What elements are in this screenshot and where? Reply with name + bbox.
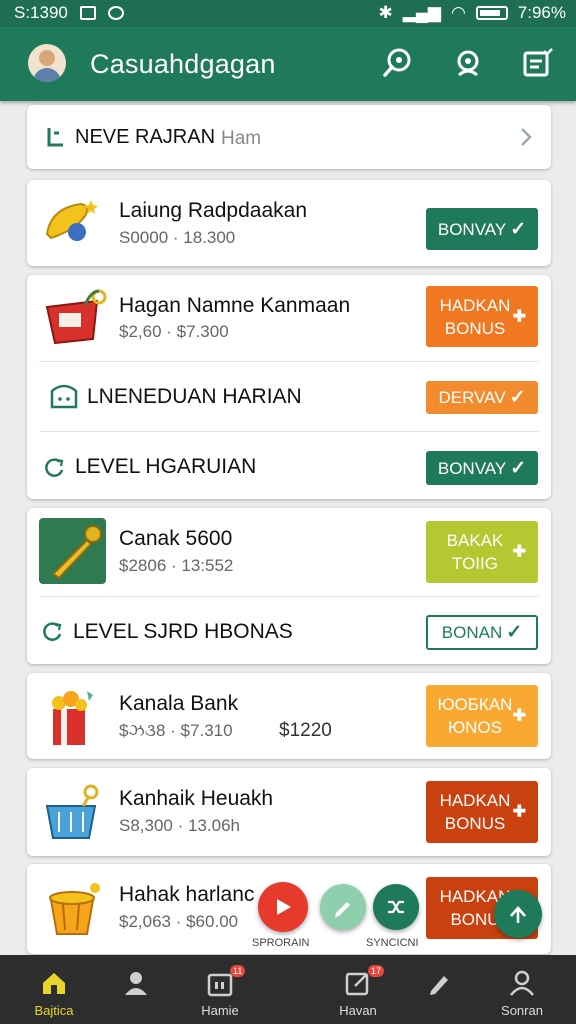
check-icon: ✓ (510, 218, 527, 240)
person-icon (125, 972, 147, 995)
bakak-button[interactable]: BAKAK TOIIG ✚ (426, 521, 538, 583)
up-arrow-icon (510, 906, 526, 923)
item-extra: $1220 (279, 720, 332, 741)
check-icon: ✓ (510, 457, 527, 479)
bonus-card-group: Hagan Namne Kanmaan $2,60 · $7.300 HADKA… (27, 275, 551, 499)
notification-badge: 11 (230, 965, 246, 977)
key-icon (51, 525, 102, 580)
dervav-button[interactable]: DERVAV ✓ (426, 381, 538, 414)
shuffle-icon (388, 900, 404, 914)
pencil-icon (430, 976, 448, 995)
item-title: LEVEL SJRD HBONAS (73, 620, 293, 643)
item-detail: $ઝ૩8 · $7.310 (119, 721, 233, 740)
pencil-icon (335, 902, 350, 917)
coin-bucket-icon (49, 883, 100, 935)
item-title: Laiung Radpdaakan (119, 199, 307, 222)
level-header-card[interactable]: NEVE RAJRAN Ham (27, 105, 551, 169)
level-icon (47, 128, 63, 147)
refresh-icon (45, 458, 64, 477)
pencil-fab[interactable] (320, 884, 366, 930)
app-title: Casuahdgagan (90, 49, 276, 79)
item-detail: $2806 · 13:552 (119, 556, 234, 575)
sync-icon (107, 6, 124, 20)
plus-icon: ✚ (512, 543, 526, 561)
popcorn-bucket-icon (52, 691, 93, 745)
avatar[interactable] (28, 44, 66, 82)
nav-profile-label: Sonran (501, 1003, 543, 1018)
play-icon (277, 899, 291, 915)
signal-icon: ▂▄▆ (402, 3, 441, 22)
check-icon: ✓ (509, 387, 526, 408)
plus-icon: ✚ (512, 707, 526, 725)
app-bar: Casuahdgagan (0, 27, 576, 101)
bonan-button[interactable]: BONAN ✓ (426, 615, 538, 650)
laundry-basket-icon (45, 784, 99, 839)
level-header-title: NEVE RAJRAN (75, 126, 216, 148)
check-icon: ✓ (506, 622, 523, 643)
level-header-suffix: Ham (221, 128, 262, 149)
shuffle-caption: SYNCICNI (362, 936, 423, 950)
checklist-icon[interactable] (522, 47, 554, 79)
banana-icon (45, 200, 98, 241)
notification-icon (79, 6, 96, 20)
item-title: Canak 5600 (119, 527, 233, 550)
refresh-icon (43, 622, 62, 641)
battery-icon (475, 6, 508, 20)
bonus-button[interactable]: BONVAY ✓ (426, 208, 538, 250)
item-title: LEVEL HGARUIAN (75, 455, 257, 478)
item-title: Hagan Namne Kanmaan (119, 294, 351, 317)
bluetooth-icon: ✱ (378, 3, 393, 22)
status-bar: S:1390 ✱ ▂▄▆ ◠ 7:96% (0, 0, 576, 27)
bonvay-button[interactable]: BONVAY ✓ (426, 451, 538, 485)
scroll-top-fab[interactable] (494, 890, 542, 938)
bottom-navigation: Bajtica 11 Hamie 17 Havan Sonran (0, 955, 576, 1024)
chevron-right-icon (521, 128, 532, 146)
shuffle-fab[interactable] (373, 884, 419, 930)
item-title: Kanala Bank (119, 692, 239, 715)
bonus-button[interactable]: ЮОБКАN ЮNOS ✚ (426, 685, 538, 747)
chat-bag-icon (50, 384, 78, 409)
bonus-card-group: Canak 5600 $2806 · 13:552 BAKAK TOIIG ✚ L… (27, 508, 551, 664)
nav-profile[interactable]: Sonran (474, 955, 570, 1024)
item-detail: $2,063 · $60.00 (119, 912, 239, 931)
item-title: Kanhaik Heuakh (119, 787, 274, 810)
bonus-card: Kanhaik Heuakh S8,300 · 13.06h HADKAN BO… (27, 768, 551, 856)
notification-badge: 17 (368, 965, 385, 977)
support-icon[interactable] (452, 47, 484, 79)
nav-gifts[interactable]: 11 Hamie (172, 955, 268, 1024)
battery-percent: 7:96% (517, 3, 566, 22)
play-fab[interactable] (258, 882, 308, 932)
item-title: LNENEDUAN HARIAN (87, 385, 302, 408)
plus-icon: ✚ (512, 803, 526, 821)
item-title: Hahak harlanc (119, 883, 255, 906)
item-detail: S8,300 · 13.06h (119, 816, 240, 835)
hadkan-bonus-button[interactable]: HADKAN BONUS ✚ (426, 286, 538, 347)
shopping-basket-icon (45, 289, 107, 345)
play-caption: SPRORAIN (248, 936, 314, 950)
wifi-icon: ◠ (450, 3, 466, 22)
key-tile (39, 518, 106, 584)
item-detail: S0000 · 18.300 (119, 228, 236, 247)
plus-icon: ✚ (512, 308, 526, 325)
nav-gifts-label: Hamie (201, 1003, 239, 1018)
search-icon[interactable] (382, 47, 414, 79)
nav-people[interactable] (88, 955, 184, 1024)
home-icon (43, 973, 65, 994)
status-time: S:1390 (14, 3, 68, 22)
bonus-card: Laiung Radpdaakan S0000 · 18.300 BONVAY ✓ (27, 180, 551, 266)
profile-icon (510, 970, 534, 996)
hadkan-bonus-button[interactable]: HADKAN BONUS ✚ (426, 781, 538, 843)
item-detail: $2,60 · $7.300 (119, 322, 229, 341)
bonus-card: Kanala Bank $ઝ૩8 · $7.310 $1220 ЮОБКАN Ю… (27, 673, 551, 759)
